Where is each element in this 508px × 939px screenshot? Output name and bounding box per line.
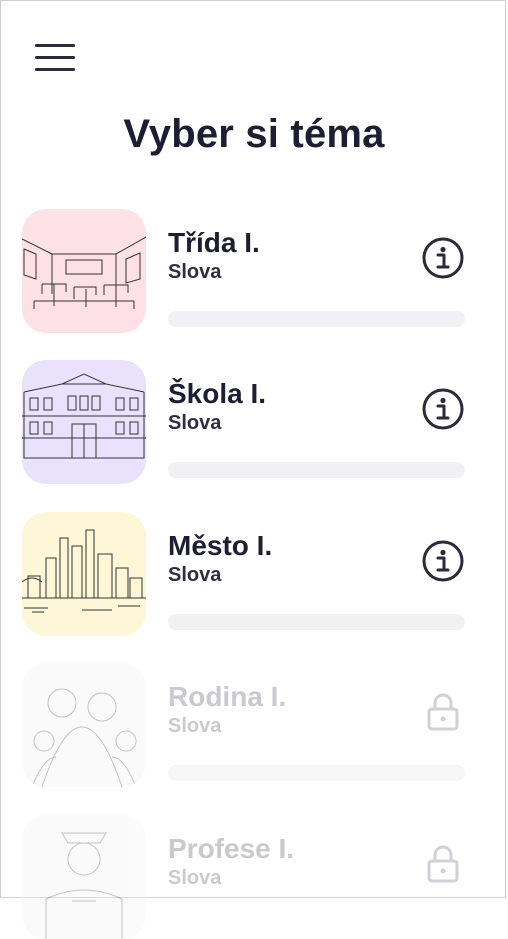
- hamburger-icon-line: [35, 68, 75, 71]
- topic-thumbnail: [22, 512, 146, 636]
- progress-bar: [168, 765, 465, 781]
- progress-bar: [168, 462, 465, 478]
- topic-thumbnail: [22, 360, 146, 484]
- lock-icon: [427, 693, 459, 731]
- info-icon: [422, 388, 464, 430]
- lock-icon: [427, 845, 459, 883]
- family-illustration: [31, 688, 137, 787]
- topic-thumbnail: [22, 209, 146, 333]
- classroom-illustration: [22, 236, 146, 309]
- school-illustration: [22, 373, 146, 459]
- info-icon: [422, 540, 464, 582]
- topic-title: Škola I.: [168, 378, 267, 409]
- topic-title: Rodina I.: [168, 681, 287, 712]
- topic-item-trida[interactable]: Třída I. Slova: [22, 209, 472, 333]
- topic-item-skola[interactable]: Škola I. Slova: [22, 360, 472, 484]
- topic-subtitle: Slova: [168, 867, 222, 889]
- hamburger-icon: [35, 44, 75, 47]
- topic-subtitle: Slova: [168, 261, 222, 283]
- lock-button[interactable]: [420, 689, 466, 735]
- topic-subtitle: Slova: [168, 715, 222, 737]
- topic-subtitle: Slova: [168, 564, 222, 586]
- topic-title: Město I.: [168, 530, 273, 561]
- topic-title: Profese I.: [168, 833, 295, 864]
- topic-thumbnail: [22, 815, 146, 939]
- topic-item-mesto[interactable]: Město I. Slova: [22, 512, 472, 636]
- progress-bar: [168, 311, 465, 327]
- topic-title: Třída I.: [168, 227, 260, 258]
- topic-subtitle: Slova: [168, 412, 222, 434]
- topic-item-profese[interactable]: Profese I. Slova: [22, 815, 472, 939]
- info-icon: [422, 237, 464, 279]
- policeman-illustration: [45, 832, 123, 939]
- hamburger-icon-line: [35, 56, 75, 59]
- page-title: Vyber si téma: [123, 112, 385, 156]
- city-illustration: [22, 529, 146, 613]
- progress-bar: [168, 614, 465, 630]
- info-button[interactable]: [420, 538, 466, 584]
- topic-thumbnail: [22, 663, 146, 787]
- info-button[interactable]: [420, 235, 466, 281]
- info-button[interactable]: [420, 386, 466, 432]
- menu-button[interactable]: [33, 40, 77, 74]
- topic-item-rodina[interactable]: Rodina I. Slova: [22, 663, 472, 787]
- lock-button[interactable]: [420, 841, 466, 887]
